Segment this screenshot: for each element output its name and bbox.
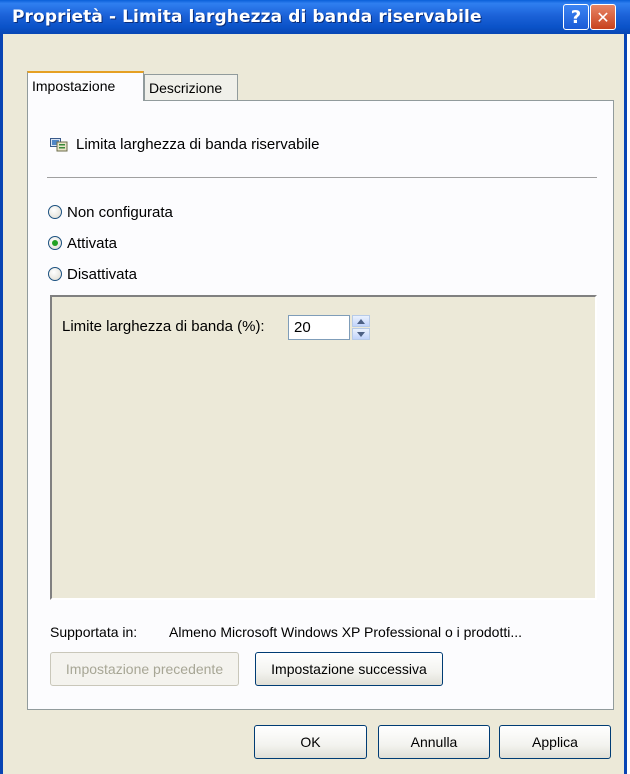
chevron-up-icon (357, 318, 365, 324)
radio-disattivata[interactable]: Disattivata (48, 264, 137, 284)
title-bar[interactable]: Proprietà - Limita larghezza di banda ri… (0, 0, 630, 34)
close-icon: ✕ (596, 7, 610, 27)
previous-setting-button[interactable]: Impostazione precedente (50, 652, 239, 686)
next-setting-button[interactable]: Impostazione successiva (255, 652, 443, 686)
ok-button[interactable]: OK (254, 725, 367, 759)
radio-non-configurata[interactable]: Non configurata (48, 202, 173, 222)
window-title: Proprietà - Limita larghezza di banda ri… (12, 7, 482, 27)
supported-label: Supportata in: (50, 624, 138, 640)
radio-attivata[interactable]: Attivata (48, 233, 117, 253)
tab-impostazione[interactable]: Impostazione (27, 71, 144, 101)
separator (47, 177, 597, 178)
chevron-down-icon (357, 331, 365, 337)
help-icon: ? (570, 6, 582, 28)
radio-button-checked[interactable] (48, 236, 62, 250)
bandwidth-limit-label: Limite larghezza di banda (%): (62, 318, 265, 335)
supported-value: Almeno Microsoft Windows XP Professional… (169, 624, 523, 640)
radio-label: Attivata (67, 234, 118, 252)
bandwidth-limit-input[interactable]: 20 (288, 315, 350, 340)
help-button[interactable]: ? (563, 4, 589, 30)
options-area (50, 295, 597, 600)
spin-up-button[interactable] (352, 315, 370, 327)
cancel-button[interactable]: Annulla (378, 725, 490, 759)
apply-button[interactable]: Applica (499, 725, 611, 759)
bandwidth-spinner[interactable] (352, 315, 370, 340)
tab-descrizione[interactable]: Descrizione (144, 74, 238, 100)
radio-label: Disattivata (67, 265, 138, 283)
radio-button[interactable] (48, 205, 62, 219)
setting-title: Limita larghezza di banda riservabile (76, 136, 320, 153)
spin-down-button[interactable] (352, 328, 370, 340)
group-policy-setting-icon (50, 138, 68, 152)
close-button[interactable]: ✕ (590, 4, 616, 30)
radio-button[interactable] (48, 267, 62, 281)
radio-label: Non configurata (67, 203, 173, 221)
